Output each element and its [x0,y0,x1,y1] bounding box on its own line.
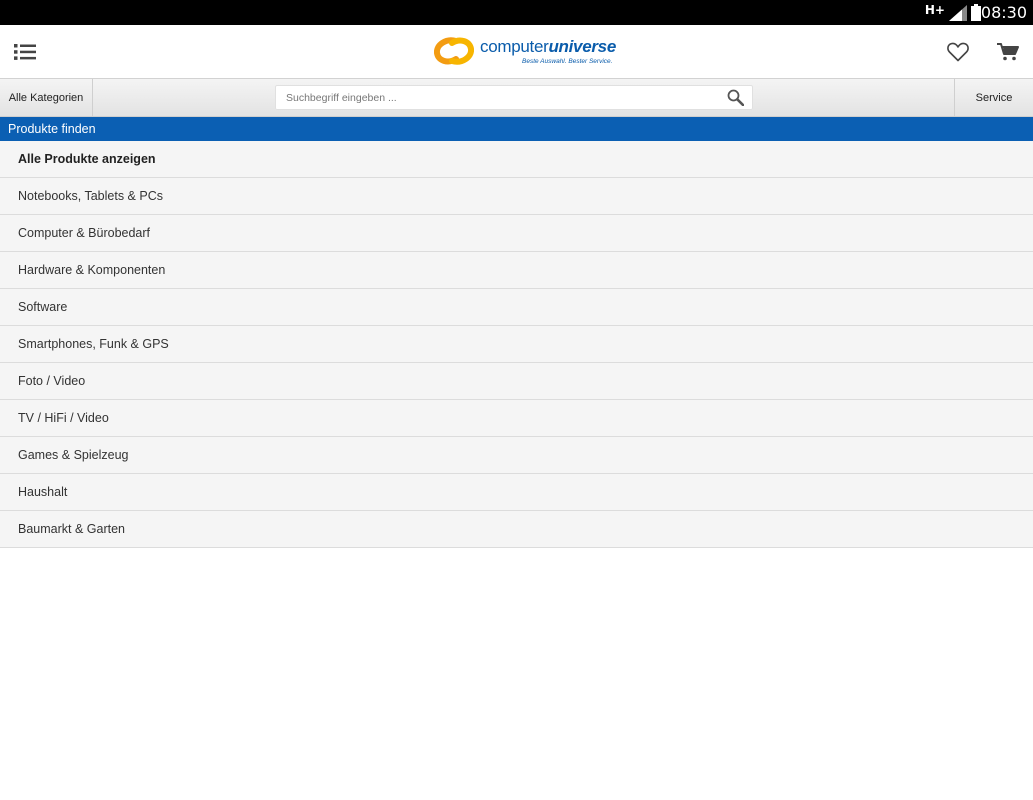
search-box [275,85,753,110]
network-type: H+ [924,3,945,17]
logo-wordmark: computeruniverse [480,37,616,57]
search-icon[interactable] [727,89,744,106]
category-item-tv-hifi[interactable]: TV / HiFi / Video [0,400,1033,437]
logo-mark-icon [434,37,474,65]
logo-text-light: computer [480,37,549,56]
category-item-notebooks[interactable]: Notebooks, Tablets & PCs [0,178,1033,215]
category-item-all-products[interactable]: Alle Produkte anzeigen [0,141,1033,178]
category-item-games[interactable]: Games & Spielzeug [0,437,1033,474]
category-item-software[interactable]: Software [0,289,1033,326]
search-input[interactable] [275,85,715,110]
service-button[interactable]: Service [954,79,1033,116]
all-categories-button[interactable]: Alle Kategorien [0,79,93,116]
category-item-hardware[interactable]: Hardware & Komponenten [0,252,1033,289]
battery-icon [971,4,981,21]
clock: 08:30 [980,3,1027,22]
category-item-smartphones[interactable]: Smartphones, Funk & GPS [0,326,1033,363]
logo-text-bold: universe [548,37,616,56]
cart-icon[interactable] [997,42,1019,62]
category-item-foto-video[interactable]: Foto / Video [0,363,1033,400]
category-item-haushalt[interactable]: Haushalt [0,474,1033,511]
list-menu-icon[interactable] [14,44,36,60]
section-header: Produkte finden [0,117,1033,141]
app-header: computeruniverse Beste Auswahl. Bester S… [0,25,1033,79]
signal-icon [949,5,967,21]
section-title: Produkte finden [8,122,96,136]
category-item-computer-buero[interactable]: Computer & Bürobedarf [0,215,1033,252]
heart-icon[interactable] [947,42,969,62]
brand-logo[interactable]: computeruniverse Beste Auswahl. Bester S… [434,35,616,69]
toolbar: Alle Kategorien Service [0,79,1033,117]
category-list: Alle Produkte anzeigen Notebooks, Tablet… [0,141,1033,548]
logo-tagline: Beste Auswahl. Bester Service. [522,58,613,65]
category-item-baumarkt[interactable]: Baumarkt & Garten [0,511,1033,548]
status-bar: H+ 08:30 [0,0,1033,25]
